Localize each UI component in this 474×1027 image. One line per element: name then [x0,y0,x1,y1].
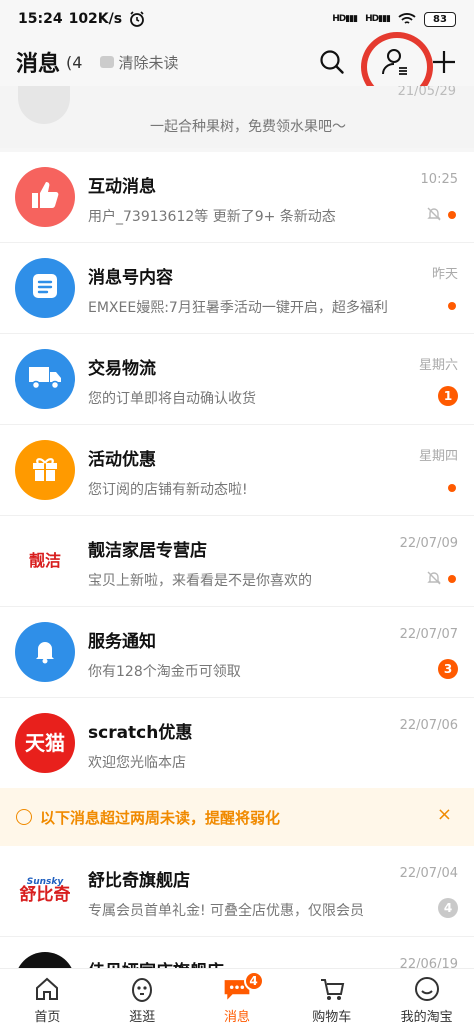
promo-banner[interactable]: 21/05/29 一起合种果树，免费领水果吧～ [0,86,474,148]
message-row[interactable]: 服务通知你有128个淘金币可领取 22/07/07 3 [0,607,474,698]
message-title: 互动消息 [88,177,156,197]
tab-browse[interactable]: 逛逛 [95,969,190,1027]
shop-logo-icon: Sunsky 舒比奇 [19,877,71,905]
tab-label: 消息 [223,1010,250,1025]
message-list: 互动消息用户_73913612等 更新了9+ 条新动态 10:25 消息号内容 EMX… [0,152,474,789]
tab-label: 首页 [34,1010,61,1025]
tab-label: 逛逛 [129,1010,156,1025]
battery-indicator: 83 [424,11,456,27]
unread-badge: 3 [438,659,458,679]
banner-text: 一起合种果树，免费领水果吧～ [150,119,346,135]
weak-reminder-notice: 以下消息超过两周未读，提醒将弱化 × [0,788,474,846]
message-time: 10:25 [420,172,458,187]
message-time: 昨天 [431,267,458,282]
message-title: 消息号内容 [88,268,173,288]
unread-dot [448,302,456,310]
browse-icon [127,974,157,1004]
banner-date: 21/05/29 [397,86,456,99]
message-row[interactable]: 天猫 scratch优惠欢迎您光临本店 22/07/06 [0,698,474,789]
thumbs-up-icon [28,178,62,216]
alarm-icon [130,11,145,27]
tab-message[interactable]: 消息 4 [190,969,285,1027]
home-icon [32,974,62,1004]
clear-unread-label: 清除未读 [118,53,179,72]
notice-text: 以下消息超过两周未读，提醒将弱化 [40,808,281,827]
message-title: 靓洁家居专营店 [88,541,207,561]
search-button[interactable] [314,44,350,80]
tab-cart[interactable]: 购物车 [284,969,379,1027]
banner-avatar [18,86,70,124]
message-time: 22/07/09 [399,536,458,551]
wifi-icon [398,13,416,24]
message-preview: 您的订单即将自动确认收货 [88,391,256,407]
tab-label: 购物车 [312,1010,352,1025]
avatar[interactable] [15,622,75,682]
tab-label: 我的淘宝 [400,1010,453,1025]
unread-badge: 4 [438,898,458,918]
unread-count: (4 [66,52,83,72]
message-time: 22/07/04 [399,866,458,881]
message-preview: 你有128个淘金币可领取 [88,664,241,680]
unread-dot [448,575,456,583]
broom-icon [100,56,115,68]
status-speed: 102K/s [68,11,123,27]
message-preview: 欢迎您光临本店 [88,755,186,771]
avatar[interactable] [15,258,75,318]
message-box-icon [29,270,61,306]
shop-avatar[interactable]: 靓洁 [15,531,75,591]
message-title: 服务通知 [88,632,156,652]
gift-icon [28,451,62,489]
profile-icon [412,974,442,1004]
unread-badge: 1 [438,386,458,406]
tab-home[interactable]: 首页 [0,969,95,1027]
tab-badge: 4 [243,971,264,991]
avatar[interactable] [15,349,75,409]
bell-icon [29,634,61,670]
page-title: 消息 [16,52,61,77]
unread-dot [448,484,456,492]
message-title: 活动优惠 [88,450,156,470]
message-row[interactable]: 靓洁 靓洁家居专营店宝贝上新啦，来看看是不是你喜欢的 22/07/09 [0,516,474,607]
shop-avatar[interactable]: 天猫 [15,713,75,773]
smile-icon [16,809,32,825]
tab-profile[interactable]: 我的淘宝 [379,969,474,1027]
message-row[interactable]: 互动消息用户_73913612等 更新了9+ 条新动态 10:25 [0,152,474,243]
mute-icon [426,206,442,226]
avatar[interactable] [15,167,75,227]
plus-icon [433,51,455,73]
tmall-logo-icon: 天猫 [25,731,65,755]
signal-icon: HD▮▮▮ [332,14,358,24]
message-preview: EMXEE嫚熙:7月狂暑季活动一键开启，超多福利 [88,300,388,316]
bottom-tabbar: 首页 逛逛 消息 4 购物车 我的淘宝 [0,968,474,1027]
cart-icon [317,974,347,1004]
message-title: 舒比奇旗舰店 [88,871,190,891]
search-icon [320,50,344,74]
message-time: 22/07/06 [399,718,458,733]
message-row[interactable]: 消息号内容 EMXEE嫚熙:7月狂暑季活动一键开启，超多福利 昨天 [0,243,474,334]
message-preview: 宝贝上新啦，来看看是不是你喜欢的 [88,573,312,589]
status-time: 15:24 [18,11,63,27]
truck-icon [27,362,63,396]
message-preview: 专属会员首单礼金! 可叠全店优惠，仅限会员 [88,903,365,919]
shop-avatar[interactable]: Sunsky 舒比奇 [15,861,75,921]
avatar[interactable] [15,440,75,500]
message-row[interactable]: 交易物流您的订单即将自动确认收货 星期六 1 [0,334,474,425]
signal-icon-2: HD▮▮▮ [365,14,391,24]
close-icon[interactable]: × [437,804,452,825]
message-preview: 用户_73913612等 更新了9+ 条新动态 [88,209,336,225]
message-row[interactable]: 活动优惠您订阅的店铺有新动态啦! 星期四 [0,425,474,516]
message-time: 星期六 [418,358,458,373]
unread-dot [448,211,456,219]
mute-icon [426,570,442,590]
shop-logo-icon: 靓洁 [28,551,61,570]
message-title: 交易物流 [88,359,156,379]
message-preview: 您订阅的店铺有新动态啦! [88,482,248,498]
message-time: 22/07/07 [399,627,458,642]
message-title: scratch优惠 [88,723,193,743]
message-time: 星期四 [418,449,458,464]
message-row[interactable]: Sunsky 舒比奇 舒比奇旗舰店专属会员首单礼金! 可叠全店优惠，仅限会员 22/0… [0,846,474,937]
clear-unread-button[interactable]: 清除未读 [100,52,178,73]
